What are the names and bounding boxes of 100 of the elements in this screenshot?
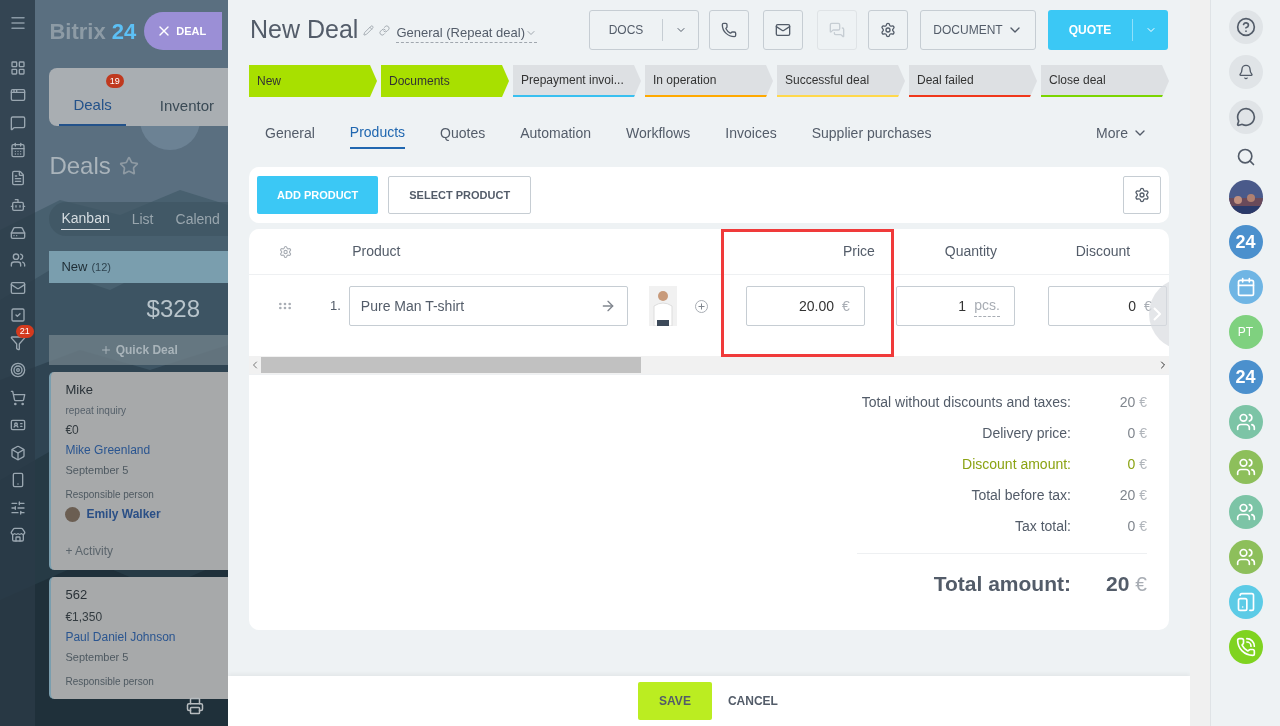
card-label: Responsible person: [65, 488, 155, 502]
settings-icon: [1134, 187, 1150, 203]
chat-icon: [829, 22, 845, 38]
total-value: 0 €: [1126, 424, 1147, 443]
chat-avatar[interactable]: 24: [1228, 225, 1263, 259]
column-header: Quantity: [943, 242, 998, 261]
mail-icon[interactable]: [9, 279, 26, 296]
client-link[interactable]: Mike Greenland: [65, 441, 186, 459]
target-icon[interactable]: [9, 362, 26, 378]
card-subtitle: repeat inquiry: [65, 403, 128, 418]
total-label: Total without discounts and taxes:: [861, 393, 1071, 412]
chevron-icon: [1153, 307, 1161, 321]
id-card-icon[interactable]: [9, 417, 26, 433]
box-icon[interactable]: [9, 444, 26, 461]
person-link[interactable]: Emily Walker: [86, 505, 161, 523]
calendar-avatar[interactable]: [1228, 270, 1263, 304]
more-tab[interactable]: More: [1096, 117, 1148, 149]
docs-button[interactable]: DOCS: [589, 10, 699, 50]
stage-step[interactable]: In operation: [645, 65, 773, 97]
people-icon[interactable]: [9, 252, 26, 268]
star-icon[interactable]: [118, 156, 139, 176]
client-link[interactable]: Paul Daniel Johnson: [65, 628, 186, 646]
chat-avatar[interactable]: 24: [1228, 360, 1263, 394]
notification-button[interactable]: [1228, 55, 1263, 89]
cart-icon[interactable]: [9, 389, 26, 406]
section-tab[interactable]: Quotes: [440, 117, 486, 149]
search-icon[interactable]: [1235, 147, 1256, 167]
section-tab[interactable]: Automation: [520, 117, 592, 149]
chat-icon: [1235, 107, 1256, 127]
card-title: 562: [65, 586, 89, 604]
section-tab[interactable]: Invoices: [725, 117, 777, 149]
menu-icon[interactable]: [8, 14, 27, 32]
settings-icon[interactable]: [279, 244, 293, 259]
group-avatar[interactable]: [1228, 450, 1263, 484]
mail-button[interactable]: [763, 10, 803, 50]
category-dropdown[interactable]: General (Repeat deal): [396, 22, 537, 44]
price-field[interactable]: 20.00 €: [745, 286, 865, 326]
sliders-icon[interactable]: [9, 499, 26, 516]
deal-card[interactable]: 562 €1,350 Paul Daniel Johnson September 5 Responsible person: [49, 577, 228, 699]
card-amount: €0: [65, 421, 80, 439]
phone-icon: [1235, 637, 1256, 657]
deal-card[interactable]: Mike repeat inquiry €0 Mike Greenland September 5 Responsible person Emily Walker + Activity: [49, 372, 228, 570]
chat-icon[interactable]: [9, 114, 26, 131]
stage-step[interactable]: Documents: [381, 65, 509, 97]
total-label: Delivery price:: [982, 424, 1071, 443]
card-amount: €1,350: [65, 608, 104, 626]
settings-button[interactable]: [868, 10, 908, 50]
section-tab[interactable]: Supplier purchases: [811, 117, 932, 149]
stage-step[interactable]: Close deal: [1041, 65, 1169, 97]
devices-icon: [1235, 592, 1256, 612]
drive-icon[interactable]: [9, 224, 26, 241]
settings-icon: [880, 22, 896, 38]
window-icon[interactable]: [9, 87, 26, 103]
store-icon[interactable]: [9, 527, 26, 543]
section-tab[interactable]: Workflows: [626, 117, 691, 149]
help-button[interactable]: [1228, 10, 1263, 44]
chat-button[interactable]: [1228, 100, 1263, 134]
bell-icon: [1237, 64, 1254, 80]
deal-title: New Deal: [250, 14, 359, 46]
grand-total-label: Total amount:: [933, 571, 1071, 597]
calendar-icon[interactable]: [9, 142, 26, 158]
total-value: 0 €: [1126, 455, 1147, 474]
total-label: Tax total:: [1014, 517, 1071, 536]
column-count: (12): [91, 259, 111, 275]
total-value: 20 €: [1118, 393, 1147, 412]
column-title: New: [61, 258, 88, 277]
funnel-icon[interactable]: [9, 334, 26, 351]
column-header: Product: [352, 242, 402, 261]
save-button[interactable]: SAVE: [638, 682, 712, 720]
section-tab[interactable]: Products: [349, 117, 406, 149]
stage-step[interactable]: New: [249, 65, 377, 97]
card-date: September 5: [65, 649, 130, 665]
printer-icon[interactable]: [186, 697, 204, 715]
checkbox-icon[interactable]: [9, 307, 26, 323]
card-label: Responsible person: [65, 675, 155, 689]
call-button[interactable]: [709, 10, 749, 50]
stage-step[interactable]: Deal failed: [909, 65, 1037, 97]
view-tab[interactable]: Kanban: [61, 208, 110, 230]
section-tab[interactable]: General: [265, 117, 315, 149]
card-title: Mike: [65, 381, 94, 399]
quantity-field[interactable]: 1 pcs.: [895, 286, 1015, 326]
total-label: Discount amount:: [962, 455, 1071, 474]
top-tab[interactable]: Inventor: [145, 86, 228, 126]
people-icon: [1235, 547, 1256, 567]
document-icon[interactable]: [9, 169, 26, 186]
group-avatar[interactable]: [1228, 540, 1263, 574]
column-total: $328: [146, 294, 200, 324]
settings-button[interactable]: [1123, 176, 1161, 214]
robot-icon[interactable]: [9, 197, 26, 213]
stage-step[interactable]: Prepayment invoi...: [513, 65, 641, 97]
plus-icon: [99, 344, 112, 356]
select-product-button[interactable]: SELECT PRODUCT: [388, 176, 532, 214]
card-date: September 5: [65, 462, 130, 478]
cancel-button[interactable]: CANCEL: [725, 682, 780, 720]
stage-step[interactable]: Successful deal: [777, 65, 905, 97]
grid-icon[interactable]: [9, 59, 26, 76]
grand-total-value: 20 €: [1105, 571, 1147, 597]
document-button[interactable]: DOCUMENT: [920, 10, 1036, 50]
product-field[interactable]: Pure Man T-shirt: [348, 286, 628, 326]
add-icon[interactable]: [694, 299, 708, 313]
